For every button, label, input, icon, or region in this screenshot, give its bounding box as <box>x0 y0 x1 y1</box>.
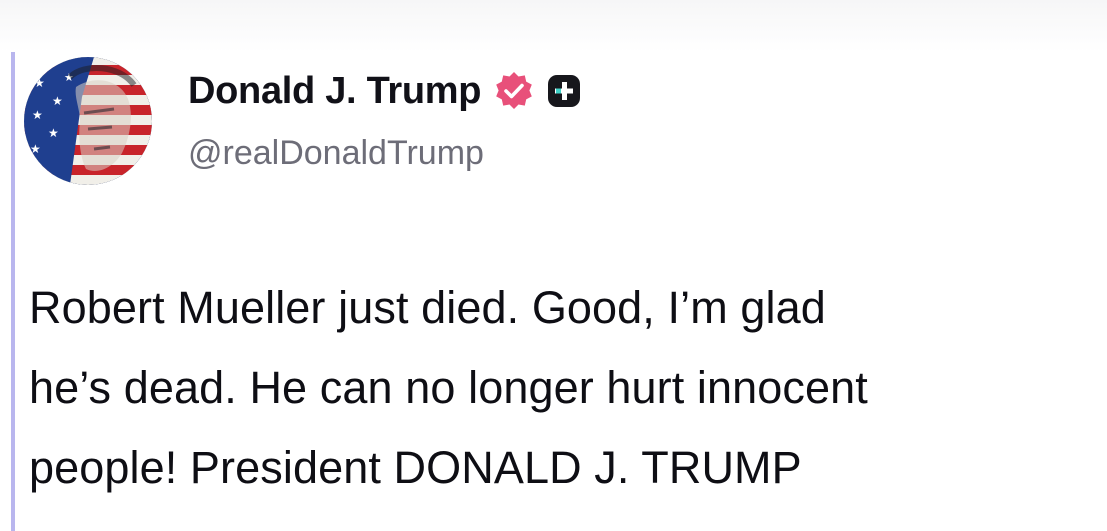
plus-badge-icon <box>547 74 581 108</box>
author-handle[interactable]: @realDonaldTrump <box>188 134 484 173</box>
post-body: Robert Mueller just died. Good, I’m glad… <box>29 268 1099 508</box>
svg-text:★: ★ <box>30 142 41 156</box>
svg-text:★: ★ <box>34 76 45 90</box>
post-card: ★ ★ ★ ★ ★ ★ Donald J. Trump @realDonaldT… <box>0 0 1107 531</box>
svg-text:★: ★ <box>52 94 63 108</box>
post-body-line: people! President DONALD J. TRUMP <box>29 442 802 493</box>
flag-portrait-icon: ★ ★ ★ ★ ★ ★ <box>24 57 152 185</box>
post-body-line: he’s dead. He can no longer hurt innocen… <box>29 362 868 413</box>
author-name-row: Donald J. Trump <box>188 68 581 114</box>
svg-text:★: ★ <box>48 126 59 140</box>
author-display-name[interactable]: Donald J. Trump <box>188 70 482 113</box>
svg-text:★: ★ <box>32 108 43 122</box>
post-body-line: Robert Mueller just died. Good, I’m glad <box>29 282 826 333</box>
author-avatar[interactable]: ★ ★ ★ ★ ★ ★ <box>24 57 152 185</box>
verified-check-icon <box>493 70 535 112</box>
